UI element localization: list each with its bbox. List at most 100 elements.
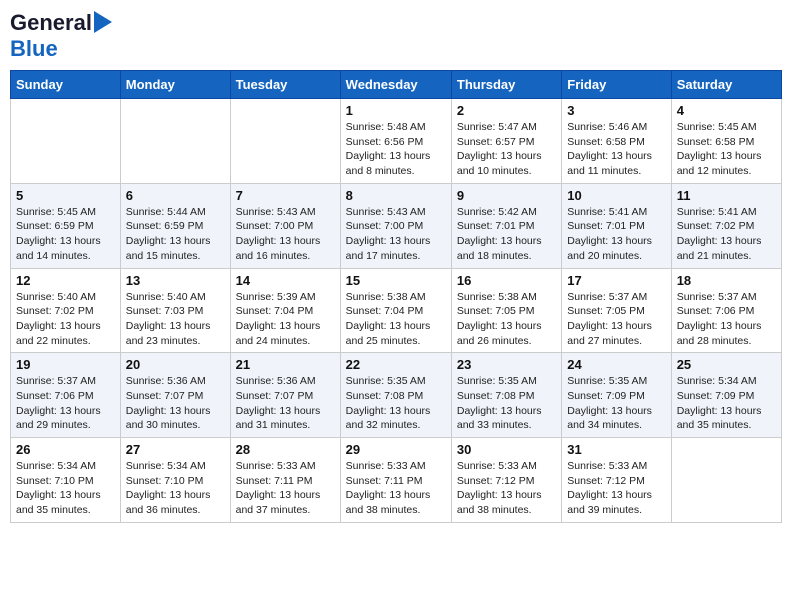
calendar-cell: 12 Sunrise: 5:40 AM Sunset: 7:02 PM Dayli…	[11, 268, 121, 353]
calendar-cell: 15 Sunrise: 5:38 AM Sunset: 7:04 PM Dayli…	[340, 268, 451, 353]
calendar-cell	[671, 438, 781, 523]
logo: General Blue	[10, 10, 112, 62]
calendar-cell: 26 Sunrise: 5:34 AM Sunset: 7:10 PM Dayli…	[11, 438, 121, 523]
day-number: 3	[567, 103, 665, 118]
day-info: Sunrise: 5:34 AM Sunset: 7:10 PM Dayligh…	[16, 459, 115, 518]
day-info: Sunrise: 5:40 AM Sunset: 7:03 PM Dayligh…	[126, 290, 225, 349]
day-number: 23	[457, 357, 556, 372]
day-number: 24	[567, 357, 665, 372]
day-number: 20	[126, 357, 225, 372]
day-info: Sunrise: 5:34 AM Sunset: 7:09 PM Dayligh…	[677, 374, 776, 433]
day-info: Sunrise: 5:40 AM Sunset: 7:02 PM Dayligh…	[16, 290, 115, 349]
calendar-cell: 27 Sunrise: 5:34 AM Sunset: 7:10 PM Dayli…	[120, 438, 230, 523]
weekday-header-sunday: Sunday	[11, 71, 121, 99]
weekday-header-tuesday: Tuesday	[230, 71, 340, 99]
calendar-cell: 7 Sunrise: 5:43 AM Sunset: 7:00 PM Daylig…	[230, 183, 340, 268]
weekday-header-monday: Monday	[120, 71, 230, 99]
calendar-cell: 29Sunrise: 5:33 AM Sunset: 7:11 PM Dayli…	[340, 438, 451, 523]
day-info: Sunrise: 5:43 AM Sunset: 7:00 PM Dayligh…	[346, 205, 446, 264]
day-number: 12	[16, 273, 115, 288]
calendar-cell: 11Sunrise: 5:41 AM Sunset: 7:02 PM Dayli…	[671, 183, 781, 268]
day-info: Sunrise: 5:33 AM Sunset: 7:12 PM Dayligh…	[457, 459, 556, 518]
day-info: Sunrise: 5:37 AM Sunset: 7:05 PM Dayligh…	[567, 290, 665, 349]
day-info: Sunrise: 5:35 AM Sunset: 7:09 PM Dayligh…	[567, 374, 665, 433]
day-info: Sunrise: 5:33 AM Sunset: 7:11 PM Dayligh…	[346, 459, 446, 518]
calendar-cell: 18Sunrise: 5:37 AM Sunset: 7:06 PM Dayli…	[671, 268, 781, 353]
day-number: 27	[126, 442, 225, 457]
calendar-cell: 31Sunrise: 5:33 AM Sunset: 7:12 PM Dayli…	[562, 438, 671, 523]
calendar-week-1: 1 Sunrise: 5:48 AM Sunset: 6:56 PM Daylig…	[11, 99, 782, 184]
day-number: 2	[457, 103, 556, 118]
calendar-cell: 9 Sunrise: 5:42 AM Sunset: 7:01 PM Daylig…	[451, 183, 561, 268]
day-info: Sunrise: 5:36 AM Sunset: 7:07 PM Dayligh…	[236, 374, 335, 433]
day-info: Sunrise: 5:45 AM Sunset: 6:58 PM Dayligh…	[677, 120, 776, 179]
calendar-cell: 17 Sunrise: 5:37 AM Sunset: 7:05 PM Dayli…	[562, 268, 671, 353]
calendar-cell: 3 Sunrise: 5:46 AM Sunset: 6:58 PM Daylig…	[562, 99, 671, 184]
calendar-cell: 8 Sunrise: 5:43 AM Sunset: 7:00 PM Daylig…	[340, 183, 451, 268]
day-info: Sunrise: 5:41 AM Sunset: 7:01 PM Dayligh…	[567, 205, 665, 264]
day-info: Sunrise: 5:33 AM Sunset: 7:11 PM Dayligh…	[236, 459, 335, 518]
calendar-cell: 24 Sunrise: 5:35 AM Sunset: 7:09 PM Dayli…	[562, 353, 671, 438]
weekday-header-saturday: Saturday	[671, 71, 781, 99]
day-info: Sunrise: 5:35 AM Sunset: 7:08 PM Dayligh…	[346, 374, 446, 433]
calendar-cell: 19 Sunrise: 5:37 AM Sunset: 7:06 PM Dayli…	[11, 353, 121, 438]
day-number: 28	[236, 442, 335, 457]
day-info: Sunrise: 5:47 AM Sunset: 6:57 PM Dayligh…	[457, 120, 556, 179]
day-number: 10	[567, 188, 665, 203]
day-number: 15	[346, 273, 446, 288]
day-number: 17	[567, 273, 665, 288]
calendar-cell: 16Sunrise: 5:38 AM Sunset: 7:05 PM Dayli…	[451, 268, 561, 353]
calendar-cell: 14 Sunrise: 5:39 AM Sunset: 7:04 PM Dayli…	[230, 268, 340, 353]
logo-general: General	[10, 10, 92, 36]
logo-arrow-icon	[94, 11, 112, 33]
day-number: 19	[16, 357, 115, 372]
weekday-header-thursday: Thursday	[451, 71, 561, 99]
day-number: 26	[16, 442, 115, 457]
day-number: 22	[346, 357, 446, 372]
calendar-cell: 30 Sunrise: 5:33 AM Sunset: 7:12 PM Dayli…	[451, 438, 561, 523]
weekday-header-friday: Friday	[562, 71, 671, 99]
calendar-cell: 25 Sunrise: 5:34 AM Sunset: 7:09 PM Dayli…	[671, 353, 781, 438]
calendar-cell: 10 Sunrise: 5:41 AM Sunset: 7:01 PM Dayli…	[562, 183, 671, 268]
day-info: Sunrise: 5:39 AM Sunset: 7:04 PM Dayligh…	[236, 290, 335, 349]
calendar-cell: 4 Sunrise: 5:45 AM Sunset: 6:58 PM Daylig…	[671, 99, 781, 184]
calendar-week-2: 5Sunrise: 5:45 AM Sunset: 6:59 PM Daylig…	[11, 183, 782, 268]
calendar-cell: 20 Sunrise: 5:36 AM Sunset: 7:07 PM Dayli…	[120, 353, 230, 438]
calendar-cell: 13 Sunrise: 5:40 AM Sunset: 7:03 PM Dayli…	[120, 268, 230, 353]
day-number: 7	[236, 188, 335, 203]
day-number: 14	[236, 273, 335, 288]
day-info: Sunrise: 5:43 AM Sunset: 7:00 PM Dayligh…	[236, 205, 335, 264]
calendar-cell: 22 Sunrise: 5:35 AM Sunset: 7:08 PM Dayli…	[340, 353, 451, 438]
day-info: Sunrise: 5:38 AM Sunset: 7:04 PM Dayligh…	[346, 290, 446, 349]
weekday-header-wednesday: Wednesday	[340, 71, 451, 99]
day-info: Sunrise: 5:48 AM Sunset: 6:56 PM Dayligh…	[346, 120, 446, 179]
calendar-cell	[230, 99, 340, 184]
calendar-week-5: 26 Sunrise: 5:34 AM Sunset: 7:10 PM Dayli…	[11, 438, 782, 523]
day-info: Sunrise: 5:37 AM Sunset: 7:06 PM Dayligh…	[16, 374, 115, 433]
day-number: 8	[346, 188, 446, 203]
day-info: Sunrise: 5:33 AM Sunset: 7:12 PM Dayligh…	[567, 459, 665, 518]
calendar-cell: 6 Sunrise: 5:44 AM Sunset: 6:59 PM Daylig…	[120, 183, 230, 268]
calendar-cell: 5Sunrise: 5:45 AM Sunset: 6:59 PM Daylig…	[11, 183, 121, 268]
day-number: 30	[457, 442, 556, 457]
day-number: 13	[126, 273, 225, 288]
day-info: Sunrise: 5:38 AM Sunset: 7:05 PM Dayligh…	[457, 290, 556, 349]
day-info: Sunrise: 5:46 AM Sunset: 6:58 PM Dayligh…	[567, 120, 665, 179]
day-number: 1	[346, 103, 446, 118]
calendar-cell	[120, 99, 230, 184]
day-number: 4	[677, 103, 776, 118]
calendar-week-4: 19 Sunrise: 5:37 AM Sunset: 7:06 PM Dayli…	[11, 353, 782, 438]
day-number: 9	[457, 188, 556, 203]
day-info: Sunrise: 5:35 AM Sunset: 7:08 PM Dayligh…	[457, 374, 556, 433]
day-info: Sunrise: 5:36 AM Sunset: 7:07 PM Dayligh…	[126, 374, 225, 433]
day-number: 25	[677, 357, 776, 372]
day-info: Sunrise: 5:42 AM Sunset: 7:01 PM Dayligh…	[457, 205, 556, 264]
day-info: Sunrise: 5:34 AM Sunset: 7:10 PM Dayligh…	[126, 459, 225, 518]
day-info: Sunrise: 5:44 AM Sunset: 6:59 PM Dayligh…	[126, 205, 225, 264]
calendar-cell: 23 Sunrise: 5:35 AM Sunset: 7:08 PM Dayli…	[451, 353, 561, 438]
calendar-cell	[11, 99, 121, 184]
day-number: 6	[126, 188, 225, 203]
calendar-cell: 1 Sunrise: 5:48 AM Sunset: 6:56 PM Daylig…	[340, 99, 451, 184]
day-number: 18	[677, 273, 776, 288]
day-number: 21	[236, 357, 335, 372]
